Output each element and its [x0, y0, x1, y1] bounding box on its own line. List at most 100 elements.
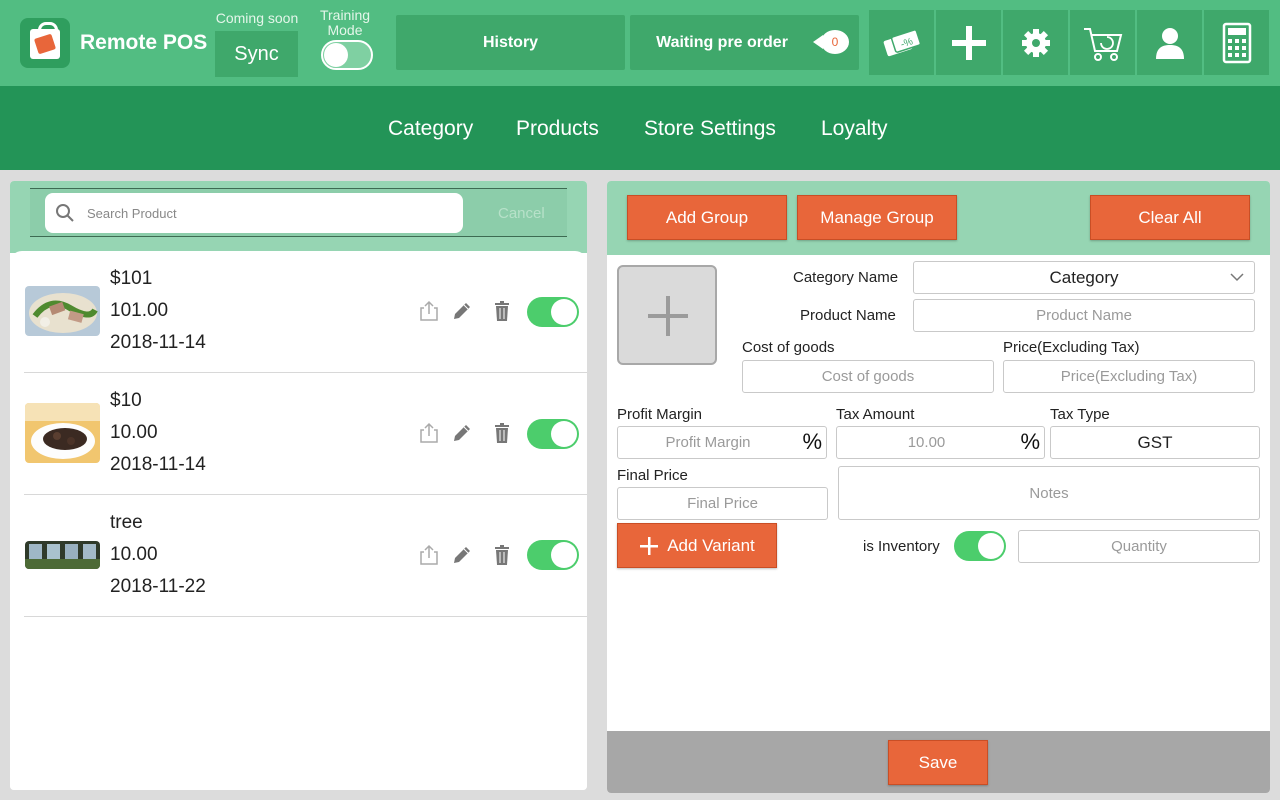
percent-symbol: % — [1020, 429, 1040, 454]
waiting-pre-order-label: Waiting pre order — [656, 33, 788, 51]
product-name: $101 — [110, 268, 153, 289]
delete-trash-icon[interactable] — [491, 300, 513, 322]
product-enabled-toggle[interactable] — [527, 419, 579, 449]
product-form-panel: Add Group Manage Group Clear All Categor… — [607, 181, 1270, 793]
tax-type-value: GST — [1137, 432, 1173, 452]
calculator-button[interactable] — [1204, 10, 1269, 75]
share-icon[interactable] — [418, 544, 440, 566]
app-title: Remote POS — [80, 31, 208, 54]
clear-all-button[interactable]: Clear All — [1090, 195, 1250, 240]
nav-item-store-settings[interactable]: Store Settings — [644, 117, 776, 141]
profit-margin-input[interactable] — [618, 427, 826, 458]
product-list-panel: Cancel $101 101.00 2018-11-14 — [10, 181, 587, 790]
product-date: 2018-11-22 — [110, 576, 206, 597]
product-enabled-toggle[interactable] — [527, 297, 579, 327]
form-toolbar: Add Group Manage Group Clear All — [607, 181, 1270, 255]
coming-soon-label: Coming soon — [215, 10, 299, 26]
product-date: 2018-11-14 — [110, 454, 206, 475]
profit-margin-field[interactable]: % — [617, 426, 827, 459]
product-list: $101 101.00 2018-11-14 $10 10.00 2018-11… — [10, 251, 587, 790]
price-excluding-tax-field[interactable] — [1003, 360, 1255, 393]
search-cancel-link[interactable]: Cancel — [498, 205, 545, 222]
category-select[interactable]: Category — [913, 261, 1255, 294]
gear-icon — [1021, 28, 1050, 57]
tax-amount-field[interactable]: % — [836, 426, 1045, 459]
nav-item-loyalty[interactable]: Loyalty — [821, 117, 888, 141]
product-thumbnail — [25, 286, 100, 336]
product-name-field[interactable] — [913, 299, 1255, 332]
settings-button[interactable] — [1003, 10, 1068, 75]
delete-trash-icon[interactable] — [491, 422, 513, 444]
product-name-label: Product Name — [800, 307, 896, 324]
cart-button[interactable] — [1070, 10, 1135, 75]
pre-order-count-badge: 0 — [813, 30, 849, 54]
quantity-input[interactable] — [1019, 531, 1259, 562]
is-inventory-toggle[interactable] — [954, 531, 1006, 561]
quantity-field[interactable] — [1018, 530, 1260, 563]
product-thumbnail — [25, 541, 100, 569]
product-enabled-toggle[interactable] — [527, 540, 579, 570]
training-mode-toggle[interactable] — [321, 40, 373, 70]
cost-of-goods-field[interactable] — [742, 360, 994, 393]
save-button[interactable]: Save — [888, 740, 988, 785]
final-price-input[interactable] — [618, 488, 827, 519]
add-button[interactable] — [936, 10, 1001, 75]
tax-type-label: Tax Type — [1050, 406, 1110, 423]
history-button[interactable]: History — [396, 15, 625, 70]
product-row[interactable]: $101 101.00 2018-11-14 — [24, 251, 587, 373]
category-name-label: Category Name — [793, 269, 899, 286]
product-name: $10 — [110, 390, 142, 411]
search-input[interactable] — [87, 201, 447, 225]
add-group-button[interactable]: Add Group — [627, 195, 787, 240]
product-price: 101.00 — [110, 300, 169, 321]
share-icon[interactable] — [418, 422, 440, 444]
edit-pencil-icon[interactable] — [451, 422, 473, 444]
edit-pencil-icon[interactable] — [451, 300, 473, 322]
add-variant-label: Add Variant — [667, 535, 755, 555]
percent-symbol: % — [802, 429, 822, 454]
product-row[interactable]: tree 10.00 2018-11-22 — [24, 495, 587, 617]
tax-type-select[interactable]: GST — [1050, 426, 1260, 459]
notes-input[interactable] — [839, 467, 1259, 519]
plus-icon — [640, 536, 659, 555]
cart-icon — [1083, 27, 1122, 61]
user-button[interactable] — [1137, 10, 1202, 75]
product-name: tree — [110, 512, 143, 533]
price-excluding-tax-input[interactable] — [1004, 361, 1254, 392]
nav-item-category[interactable]: Category — [388, 117, 473, 141]
form-footer: Save — [607, 731, 1270, 793]
is-inventory-label: is Inventory — [863, 538, 940, 555]
user-icon — [1155, 27, 1184, 59]
product-row[interactable]: $10 10.00 2018-11-14 — [24, 373, 587, 495]
profit-margin-label: Profit Margin — [617, 406, 703, 423]
product-date: 2018-11-14 — [110, 332, 206, 353]
cost-of-goods-input[interactable] — [743, 361, 993, 392]
waiting-pre-order-button[interactable]: Waiting pre order 0 — [630, 15, 859, 70]
cost-of-goods-label: Cost of goods — [742, 339, 835, 356]
tax-amount-input[interactable] — [837, 427, 1044, 458]
search-box[interactable] — [45, 193, 463, 233]
delete-trash-icon[interactable] — [491, 544, 513, 566]
nav-item-products[interactable]: Products — [516, 117, 599, 141]
add-variant-button[interactable]: Add Variant — [617, 523, 777, 568]
discount-button[interactable]: -% — [869, 10, 934, 75]
discount-icon: -% — [883, 28, 921, 56]
manage-group-button[interactable]: Manage Group — [797, 195, 957, 240]
category-select-value: Category — [1049, 267, 1119, 287]
chevron-down-icon — [1230, 273, 1244, 282]
sync-button[interactable]: Sync — [215, 31, 298, 77]
product-image-picker[interactable] — [617, 265, 717, 365]
product-thumbnail — [25, 403, 100, 463]
product-name-input[interactable] — [914, 300, 1254, 331]
nav-bar: Category Products Store Settings Loyalty — [0, 86, 1280, 170]
product-price: 10.00 — [110, 544, 158, 565]
calculator-icon — [1222, 22, 1251, 63]
share-icon[interactable] — [418, 300, 440, 322]
top-bar: Remote POS Coming soon Sync Training Mod… — [0, 0, 1280, 86]
edit-pencil-icon[interactable] — [451, 544, 473, 566]
product-price: 10.00 — [110, 422, 158, 443]
notes-field[interactable] — [838, 466, 1260, 520]
final-price-field[interactable] — [617, 487, 828, 520]
training-mode-label: Training Mode — [319, 7, 371, 38]
final-price-label: Final Price — [617, 467, 688, 484]
